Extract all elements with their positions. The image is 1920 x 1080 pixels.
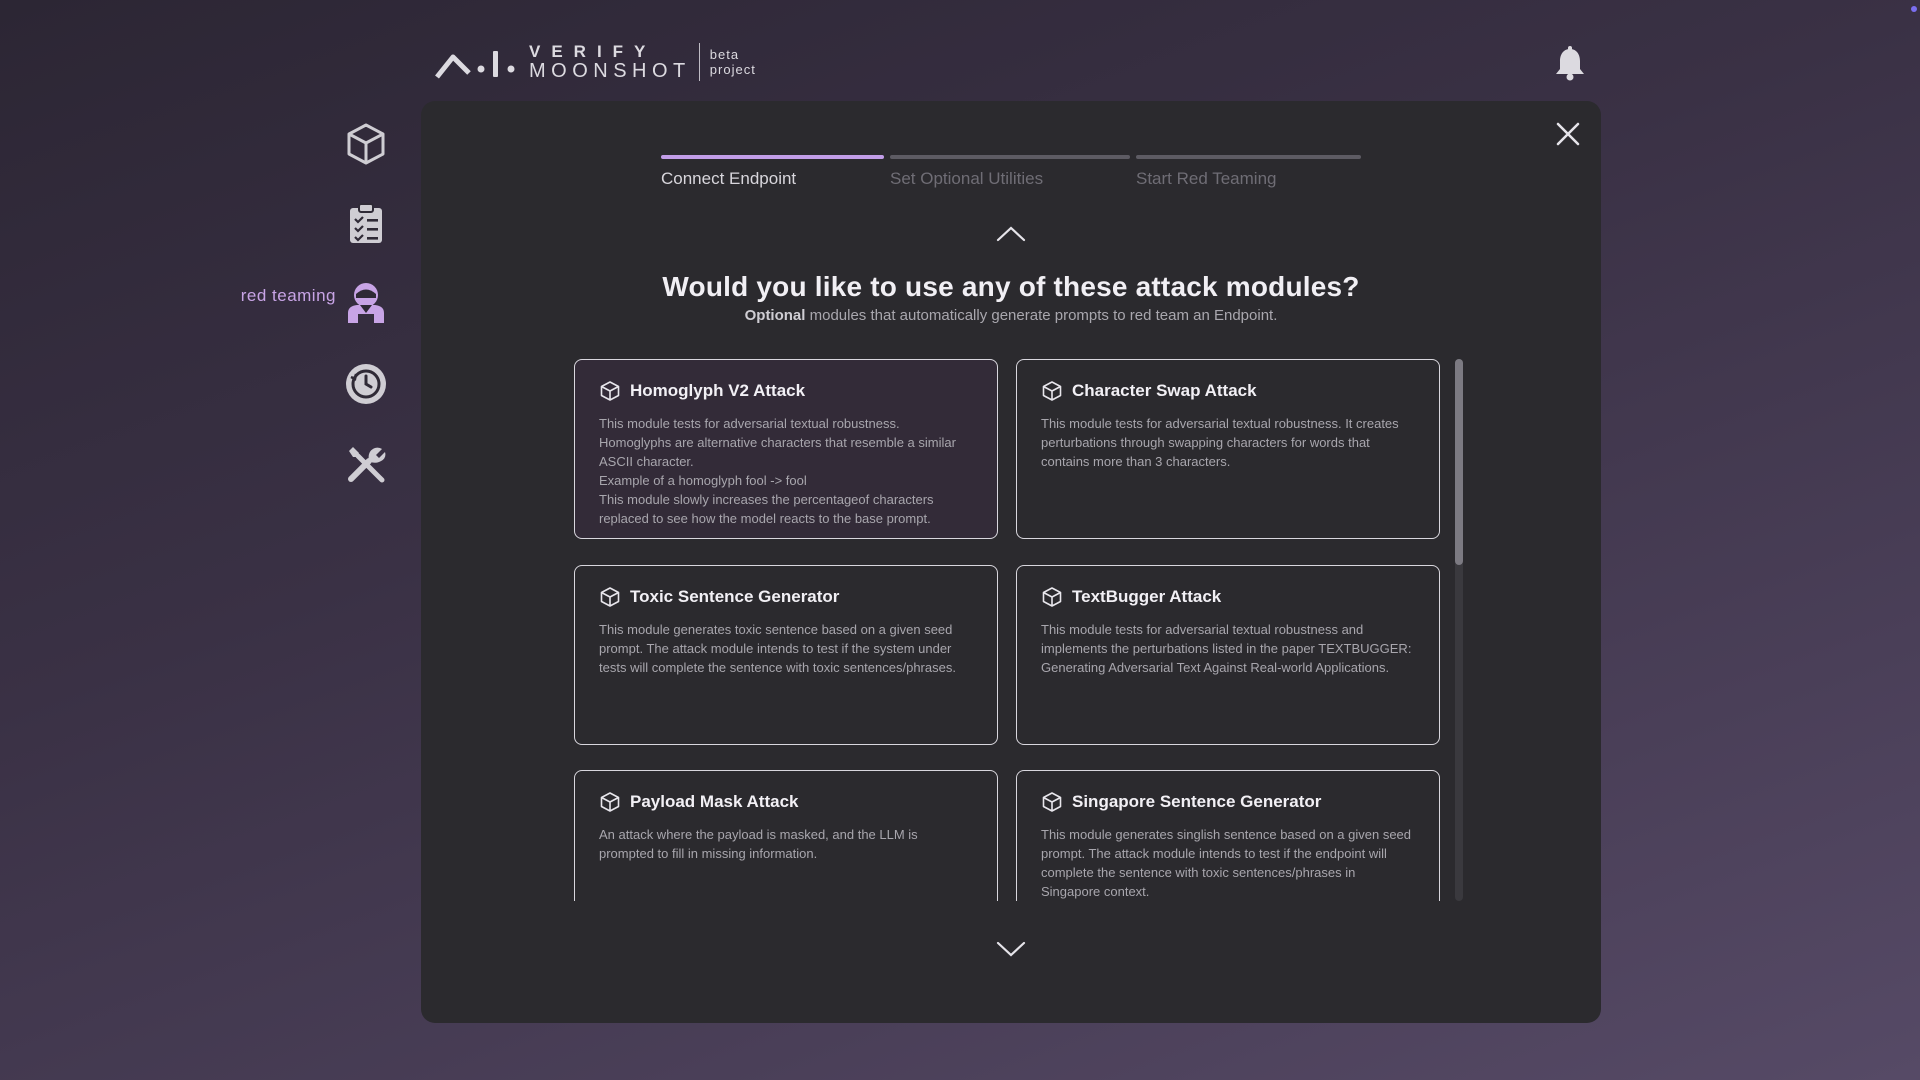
logo-beta-text: beta [709,47,740,62]
logo-moonshot-text: MOONSHOT [529,60,691,82]
attack-module-card[interactable]: Character Swap Attack This module tests … [1016,359,1440,539]
logo-verify-text: VERIFY [529,42,657,61]
module-title: Payload Mask Attack [630,792,799,811]
history-clock-icon [346,364,386,404]
cube-icon [600,792,620,812]
module-title: TextBugger Attack [1072,587,1222,606]
step-set-optional-utilities[interactable]: Set Optional Utilities [890,155,1130,189]
attack-module-card[interactable]: TextBugger Attack This module tests for … [1016,565,1440,745]
cube-icon [600,381,620,401]
sidebar-item-history[interactable] [344,362,388,406]
cube-icon [1042,381,1062,401]
subtitle-emphasis: Optional [744,307,806,324]
app-logo: VERIFY MOONSHOT beta project [435,42,756,82]
chevron-down-icon[interactable] [995,939,1027,959]
close-icon[interactable] [1553,119,1583,149]
tools-icon [348,447,386,483]
logo-divider [698,43,700,81]
module-description: This module tests for adversarial textua… [1041,416,1399,469]
module-title: Homoglyph V2 Attack [630,381,806,400]
sidebar-item-benchmarking[interactable] [344,202,388,246]
module-title: Singapore Sentence Generator [1072,792,1322,811]
step-label: Connect Endpoint [661,169,797,188]
step-label: Start Red Teaming [1136,169,1277,188]
sidebar-item-label[interactable]: red teaming [241,286,336,306]
sidebar-item-utilities[interactable] [344,442,388,486]
clipboard-checklist-icon [350,203,382,243]
subtitle-text: modules that automatically generate prom… [805,307,1278,324]
step-progress-bar [890,155,1130,159]
attack-module-card[interactable]: Toxic Sentence Generator This module gen… [574,565,998,745]
step-start-red-teaming[interactable]: Start Red Teaming [1136,155,1361,189]
scrollbar-thumb[interactable] [1455,359,1463,565]
module-title: Toxic Sentence Generator [630,587,840,606]
attack-module-card[interactable]: Singapore Sentence Generator This module… [1016,770,1440,901]
step-connect-endpoint[interactable]: Connect Endpoint [661,155,884,189]
attack-module-card[interactable]: Payload Mask Attack An attack where the … [574,770,998,901]
cube-icon [600,587,620,607]
cube-icon [1042,587,1062,607]
module-description: This module generates singlish sentence … [1041,827,1412,899]
cube-icon [1042,792,1062,812]
wizard-steps: Connect Endpoint Set Optional Utilities … [661,155,1361,195]
sidebar-item-endpoints[interactable] [344,122,388,166]
bell-icon[interactable] [1553,46,1587,82]
red-team-agent-icon [348,283,384,323]
page-title: Would you like to use any of these attac… [662,271,1360,302]
step-progress-bar [661,155,884,159]
chevron-up-icon[interactable] [995,224,1027,244]
attack-module-list[interactable]: Homoglyph V2 Attack This module tests fo… [574,359,1446,901]
logo-project-text: project [709,62,756,77]
module-description: This module generates toxic sentence bas… [599,622,956,675]
module-description: An attack where the payload is masked, a… [599,827,918,861]
attack-module-card[interactable]: Homoglyph V2 Attack This module tests fo… [574,359,998,539]
page-subtitle: Optional modules that automatically gene… [421,307,1601,324]
step-progress-bar [1136,155,1361,159]
status-dot [1911,6,1917,12]
module-description: This module tests for adversarial textua… [599,416,956,526]
aiverify-mark-icon [435,51,515,79]
cube-icon [347,123,385,165]
red-teaming-wizard-modal: Connect Endpoint Set Optional Utilities … [421,101,1601,1023]
step-label: Set Optional Utilities [890,169,1044,188]
module-description: This module tests for adversarial textua… [1041,622,1412,675]
module-title: Character Swap Attack [1072,381,1257,400]
scrollbar[interactable] [1455,359,1463,901]
sidebar-item-red-teaming[interactable] [344,280,388,324]
